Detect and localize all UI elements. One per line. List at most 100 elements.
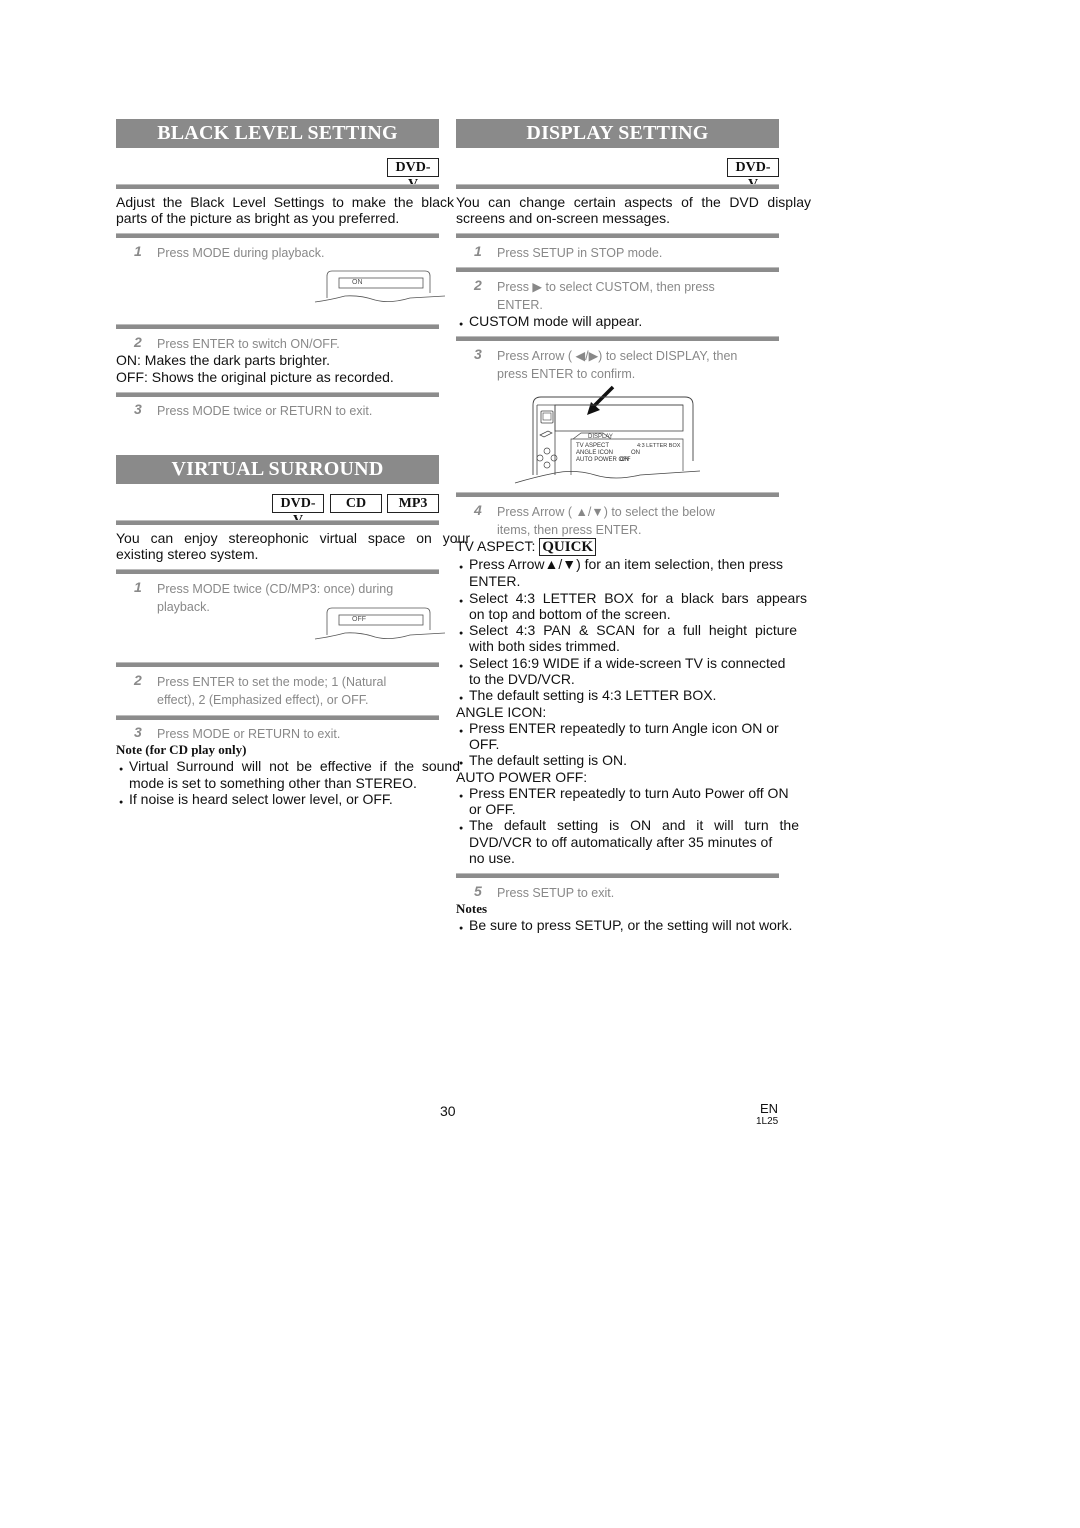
step-number: 2 [474, 277, 482, 293]
step-text: Press MODE during playback. [157, 246, 325, 260]
tv-aspect-heading: TV ASPECT: QUICK [456, 538, 597, 556]
osd-row-value: ON [620, 457, 629, 463]
step-number: 3 [134, 401, 142, 417]
step-text: Press MODE twice or RETURN to exit. [157, 404, 373, 418]
step-text: Press MODE twice (CD/MP3: once) during [157, 582, 394, 596]
step-text: Press SETUP in STOP mode. [497, 246, 663, 260]
on-description: ON: Makes the dark parts brighter. [116, 352, 330, 368]
osd-value: ON [352, 279, 363, 286]
step-text: Press ENTER to switch ON/OFF. [157, 337, 340, 351]
intro-line: You can enjoy stereophonic virtual space… [116, 530, 470, 546]
tv-aspect-item-cont: with both sides trimmed. [469, 638, 620, 654]
divider [456, 873, 779, 878]
angle-icon-item-cont: OFF. [469, 736, 500, 752]
divider [456, 184, 779, 189]
section-title-black-level: BLACK LEVEL SETTING [116, 119, 439, 148]
tv-aspect-item-cont: to the DVD/VCR. [469, 671, 575, 687]
auto-power-off-item: The default setting is ON and it will tu… [459, 817, 799, 837]
divider [116, 662, 439, 667]
step-number: 1 [134, 579, 142, 595]
off-description: OFF: Shows the original picture as recor… [116, 369, 394, 385]
osd-screen-illustration: ON [314, 270, 446, 315]
tv-aspect-item: Select 16:9 WIDE if a wide-screen TV is … [459, 655, 785, 675]
auto-power-off-heading: AUTO POWER OFF: [456, 769, 588, 785]
step-text: Press Arrow ( ▲/▼) to select the below [497, 505, 715, 519]
intro-line: parts of the picture as bright as you pr… [116, 210, 400, 226]
note-item: Be sure to press SETUP, or the setting w… [459, 917, 792, 937]
step-number: 2 [134, 672, 142, 688]
section-title-virtual-surround: VIRTUAL SURROUND [116, 455, 439, 484]
step-text: Press Arrow ( ◀/▶) to select DISPLAY, th… [497, 349, 738, 363]
intro-line: screens and on-screen messages. [456, 210, 670, 226]
divider [116, 715, 439, 720]
note-item: Virtual Surround will not be effective i… [119, 758, 460, 778]
step-text: playback. [157, 600, 210, 614]
step-number: 1 [134, 243, 142, 259]
section-title-display-setting: DISPLAY SETTING [456, 119, 779, 148]
divider [456, 336, 779, 341]
divider [116, 324, 439, 329]
divider [456, 267, 779, 272]
divider [456, 492, 779, 497]
badge-dvd-v: DVD-V [272, 494, 324, 528]
badge-dvd-v: DVD-V [727, 158, 779, 192]
badge-cd: CD [330, 494, 382, 513]
angle-icon-item: Press ENTER repeatedly to turn Angle ico… [459, 720, 779, 740]
note-heading: Note (for CD play only) [116, 742, 247, 757]
step-text: Press ENTER to set the mode; 1 (Natural [157, 675, 387, 689]
tv-aspect-item: Select 4:3 LETTER BOX for a black bars a… [459, 590, 807, 610]
tv-aspect-item-cont: ENTER. [469, 573, 521, 589]
intro-line: Adjust the Black Level Settings to make … [116, 194, 454, 210]
tv-screen-icon [314, 607, 446, 640]
model-code: 1L25 [756, 1116, 779, 1127]
divider [116, 392, 439, 397]
angle-icon-item: The default setting is ON. [459, 752, 627, 772]
step-text: ENTER. [497, 298, 543, 312]
divider [116, 184, 439, 189]
intro-line: existing stereo system. [116, 546, 259, 562]
auto-power-off-item-cont: or OFF. [469, 801, 516, 817]
tv-aspect-item: Select 4:3 PAN & SCAN for a full height … [459, 622, 797, 642]
step-number: 1 [474, 243, 482, 259]
note-item-cont: mode is set to something other than STER… [129, 775, 417, 791]
divider [116, 520, 439, 525]
step-text: Press SETUP to exit. [497, 886, 615, 900]
auto-power-off-item: Press ENTER repeatedly to turn Auto Powe… [459, 785, 789, 805]
divider [456, 233, 779, 238]
step-text: effect), 2 (Emphasized effect), or OFF. [157, 693, 369, 707]
quick-badge: QUICK [539, 538, 597, 556]
step-number: 2 [134, 334, 142, 350]
tv-screen-icon [314, 270, 446, 303]
badge-dvd-v: DVD-V [387, 158, 439, 192]
divider [116, 233, 439, 238]
osd-row-label: TV ASPECT [576, 443, 610, 449]
step-text: Press ▶ to select CUSTOM, then press [497, 280, 715, 294]
tv-aspect-label: TV ASPECT: [456, 538, 536, 554]
step-number: 4 [474, 502, 482, 518]
step-number: 5 [474, 883, 482, 899]
osd-screen-illustration: OFF [314, 607, 446, 652]
tv-aspect-item: The default setting is 4:3 LETTER BOX. [459, 687, 716, 707]
language-code: EN [760, 1101, 779, 1116]
osd-row-value: ON [631, 450, 640, 456]
badge-mp3: MP3 [387, 494, 439, 513]
notes-heading: Notes [456, 901, 488, 916]
auto-power-off-item-cont: no use. [469, 850, 515, 866]
remote-screen-icon [514, 385, 701, 484]
angle-icon-heading: ANGLE ICON: [456, 704, 547, 720]
osd-tab-label: DISPLAY [588, 434, 613, 440]
step-text: Press MODE or RETURN to exit. [157, 727, 341, 741]
page-number: 30 [440, 1103, 456, 1119]
custom-mode-note: CUSTOM mode will appear. [459, 313, 642, 333]
osd-row-label: ANGLE ICON [576, 450, 614, 456]
tv-aspect-item: Press Arrow▲/▼) for an item selection, t… [459, 556, 783, 576]
tv-aspect-item-cont: on top and bottom of the screen. [469, 606, 671, 622]
display-menu-illustration: DISPLAY TV ASPECT 4:3 LETTER BOX ANGLE I… [514, 383, 701, 484]
auto-power-off-item-cont: DVD/VCR to off automatically after 35 mi… [469, 834, 773, 850]
step-number: 3 [134, 724, 142, 740]
step-text: press ENTER to confirm. [497, 367, 636, 381]
divider [116, 569, 439, 574]
step-text: items, then press ENTER. [497, 523, 642, 537]
note-item: If noise is heard select lower level, or… [119, 791, 393, 811]
osd-row-value: 4:3 LETTER BOX [637, 443, 681, 449]
